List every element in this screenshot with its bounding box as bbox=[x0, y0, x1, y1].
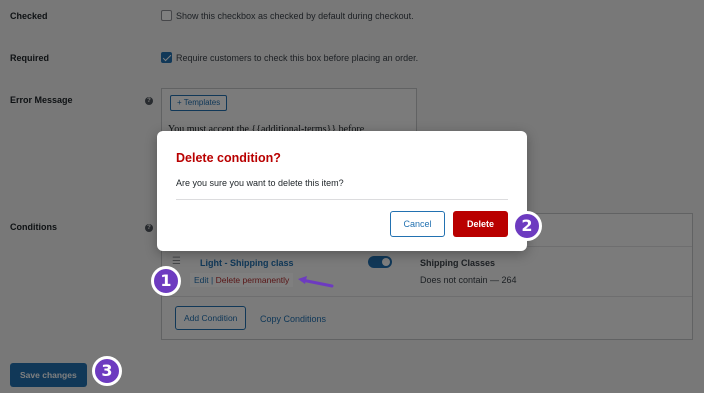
step-marker-1: 1 bbox=[151, 266, 181, 296]
delete-button[interactable]: Delete bbox=[453, 211, 508, 237]
divider bbox=[176, 199, 508, 200]
step-marker-3: 3 bbox=[92, 356, 122, 386]
dialog-message: Are you sure you want to delete this ite… bbox=[176, 178, 344, 188]
pointer-arrow-icon bbox=[298, 276, 334, 288]
delete-condition-dialog: Delete condition? Are you sure you want … bbox=[157, 131, 527, 251]
step-marker-2: 2 bbox=[512, 211, 542, 241]
dialog-title: Delete condition? bbox=[176, 151, 281, 165]
cancel-button[interactable]: Cancel bbox=[390, 211, 445, 237]
